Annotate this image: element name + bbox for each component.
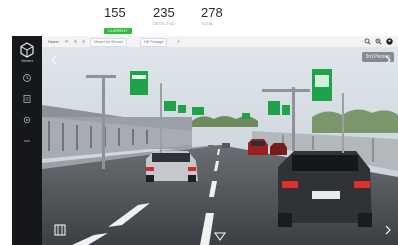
triangle-icon[interactable] [214,231,226,241]
chevron-right-icon[interactable] [176,39,181,44]
document-icon[interactable] [22,94,32,104]
stat-total-label: TOTAL [201,21,214,26]
app-window: Viewer Home Viewer for Stream HD Footage… [12,36,398,245]
video-viewer[interactable]: 3rd Person [42,47,398,245]
chevron-down-icon[interactable] [64,39,69,44]
profile-icon[interactable] [386,38,393,45]
logo-icon[interactable] [20,42,34,58]
stat-total: 278 TOTAL [201,6,223,27]
stat-current: 155 CURRENT [104,6,132,37]
stat-total-value: 278 [201,5,223,20]
home-link[interactable]: Home [48,36,59,47]
sidebar: Viewer [12,36,42,245]
more-icon[interactable] [22,136,32,146]
chevron-left-icon[interactable] [50,55,58,65]
back-icon[interactable] [73,39,78,44]
stat-current-value: 155 [104,5,126,20]
sidebar-logo-label: Viewer [20,58,34,63]
stat-detected-value: 235 [153,5,175,20]
stat-detected: 235 DETECTED [153,6,175,27]
breadcrumb-stream[interactable]: Viewer for Stream [90,38,127,47]
history-icon[interactable] [22,73,32,83]
grid-icon[interactable] [54,223,66,237]
next-frame-icon[interactable] [384,225,392,235]
stat-current-label: CURRENT [104,28,132,34]
forward-icon[interactable] [81,39,86,44]
breadcrumb-footage[interactable]: HD Footage [140,38,168,47]
search-icon[interactable] [364,38,371,45]
stats-bar: 155 CURRENT 235 DETECTED 278 TOTAL [0,0,398,36]
zoom-icon[interactable] [375,38,382,45]
highway-scene [42,47,398,245]
stat-detected-label: DETECTED [153,21,175,26]
settings-icon[interactable] [22,115,32,125]
chevron-right-icon[interactable] [384,55,392,65]
